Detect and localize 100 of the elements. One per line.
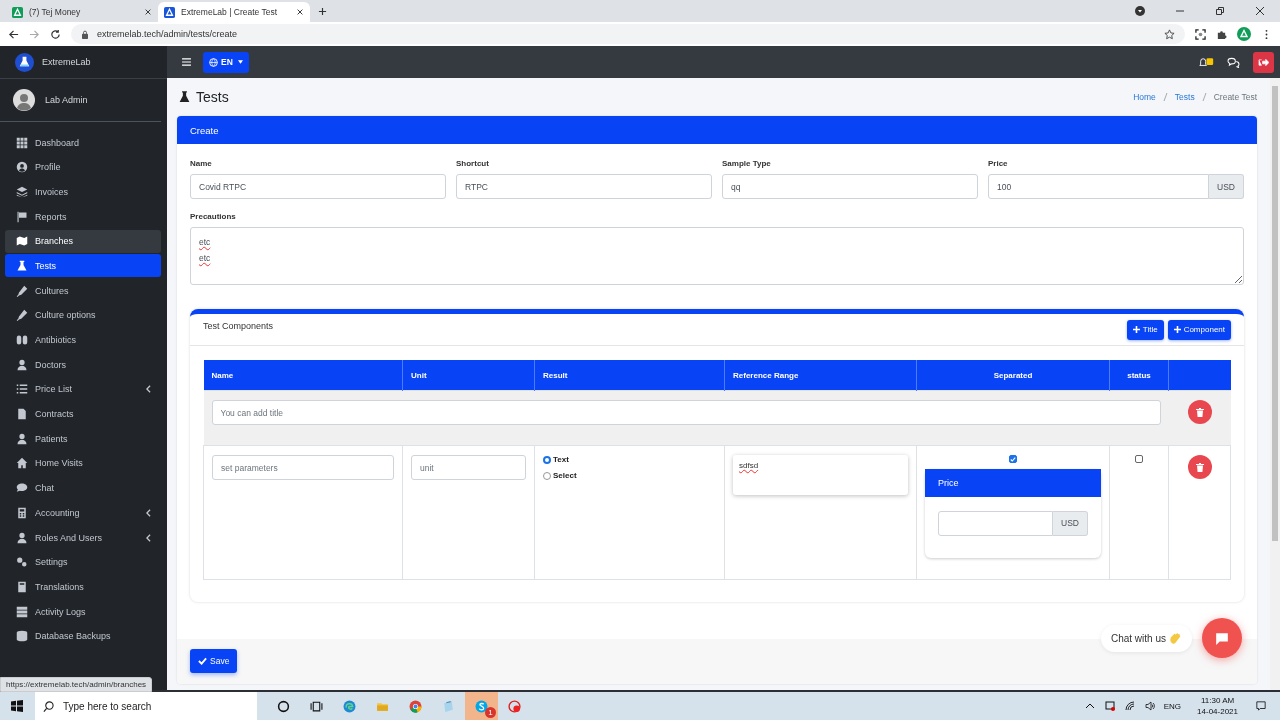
book-icon (16, 580, 28, 593)
page-title: Tests (196, 89, 229, 105)
checkbox[interactable] (1135, 455, 1143, 463)
checkbox[interactable] (1009, 455, 1017, 463)
input-language[interactable]: ENG (1163, 701, 1182, 711)
lock-icon (81, 29, 89, 39)
tab-search-icon[interactable] (1135, 6, 1145, 16)
sidebar-item[interactable]: Chat (5, 476, 161, 500)
restore-icon[interactable] (1215, 6, 1225, 16)
flask-logo-icon (15, 52, 34, 72)
input-field[interactable]: RTPC (456, 174, 712, 199)
breadcrumb: Create Test (1213, 92, 1257, 102)
browser-tab[interactable]: (7) Tej Money (6, 2, 158, 22)
close-icon[interactable] (144, 8, 152, 16)
sidebar-item[interactable]: Home Visits (5, 451, 161, 475)
card-header: Create (177, 116, 1257, 144)
clock-time[interactable]: 11:30 AM (1200, 695, 1235, 706)
star-icon[interactable] (1164, 28, 1175, 40)
clock-date[interactable]: 14-04-2021 (1197, 706, 1238, 717)
sidebar-item[interactable]: Dashboard (5, 131, 161, 154)
user-name[interactable]: Lab Admin (45, 95, 88, 105)
monitor-icon[interactable] (1104, 701, 1115, 711)
title-input[interactable]: You can add title (211, 400, 1161, 425)
chevron-up-icon[interactable] (1084, 701, 1095, 711)
plus-icon (1132, 326, 1140, 333)
sidebar-item[interactable]: Antibiotics (5, 328, 161, 352)
brand-name[interactable]: ExtremeLab (42, 57, 91, 67)
name-input[interactable]: set parameters (212, 455, 394, 480)
trash-icon (1195, 407, 1204, 417)
delete-button[interactable] (1187, 400, 1212, 424)
input-field[interactable]: Covid RTPC (190, 174, 446, 199)
sidebar-item[interactable]: Price List (5, 377, 161, 401)
close-icon[interactable] (1255, 6, 1265, 16)
profile-avatar-icon[interactable] (1237, 27, 1251, 41)
tab-favicon-icon (12, 6, 23, 18)
screenshot-icon[interactable] (1195, 28, 1206, 40)
server-icon (16, 605, 28, 618)
sidebar-item[interactable]: Branches (5, 229, 161, 253)
sidebar-item[interactable]: Doctors (5, 353, 161, 377)
radio-button[interactable] (543, 455, 551, 464)
currency-addon: USD (1209, 174, 1244, 199)
wifi-icon[interactable] (1124, 701, 1135, 711)
new-tab-plus-icon[interactable] (318, 7, 327, 16)
scrollbar[interactable] (1270, 78, 1280, 690)
language-dropdown[interactable]: EN (203, 51, 249, 73)
sidebar-item[interactable]: Contracts (5, 402, 161, 426)
puzzle-piece-icon[interactable] (1216, 28, 1227, 40)
reload-icon[interactable] (50, 28, 61, 40)
address-bar[interactable]: extremelab.tech/admin/tests/create (71, 24, 1185, 44)
back-arrow-icon[interactable] (8, 28, 19, 40)
browser-tab[interactable]: ExtremeLab | Create Test (158, 2, 310, 22)
close-icon[interactable] (296, 8, 304, 16)
sidebar-item[interactable]: Roles And Users (5, 526, 161, 549)
breadcrumb[interactable]: Tests (1174, 92, 1195, 102)
price-input[interactable] (938, 510, 1054, 536)
sidebar-item[interactable]: Accounting (5, 501, 161, 525)
textarea-field[interactable]: etc etc (190, 227, 1244, 285)
menu-icon[interactable] (182, 58, 191, 66)
currency-addon: USD (1053, 510, 1088, 536)
sidebar-item[interactable]: Patients (5, 427, 161, 451)
bell-icon[interactable] (1199, 56, 1214, 68)
caret-icon (237, 60, 243, 64)
check-icon (198, 657, 207, 665)
field-label: Shortcut (456, 159, 490, 168)
sidebar-item[interactable]: Settings (5, 550, 161, 574)
chat-bubbles-icon[interactable] (1226, 56, 1241, 68)
sidebar-item[interactable]: Profile (5, 155, 161, 179)
sidebar-item[interactable]: Translations (5, 575, 161, 599)
column-header: Unit (402, 360, 535, 391)
windows-logo-icon[interactable] (11, 700, 23, 712)
calculator-icon (16, 506, 28, 519)
taskbar-search-field[interactable]: Type here to search (35, 692, 257, 720)
input-field[interactable]: 100 (988, 174, 1210, 199)
breadcrumb[interactable]: Home (1133, 92, 1156, 102)
notification-center-icon[interactable] (1256, 701, 1266, 711)
user-avatar[interactable] (13, 89, 35, 111)
radio-label: Text (553, 455, 569, 464)
input-field[interactable]: qq (722, 174, 978, 199)
speaker-icon[interactable] (1144, 701, 1155, 711)
radio-button[interactable] (543, 471, 551, 480)
save-button[interactable]: Save (190, 649, 238, 673)
sidebar-item[interactable]: Culture options (5, 303, 161, 327)
sidebar-item[interactable]: Database Backups (5, 624, 161, 648)
flag-icon (16, 210, 28, 223)
sidebar-item[interactable]: Tests (5, 254, 161, 278)
reference-range-field[interactable]: sdfsd (733, 455, 908, 495)
column-header: Result (534, 360, 725, 391)
field-label: Price (988, 159, 1009, 168)
add-button[interactable]: Component (1167, 319, 1231, 340)
unit-input[interactable]: unit (411, 455, 526, 480)
logout-button[interactable] (1253, 51, 1274, 73)
sidebar-item[interactable]: Reports (5, 205, 161, 229)
add-button[interactable]: Title (1126, 319, 1164, 340)
delete-button[interactable] (1187, 455, 1212, 479)
sidebar-item[interactable]: Cultures (5, 279, 161, 303)
database-icon (16, 630, 28, 643)
flask-icon (16, 259, 28, 272)
sidebar-item[interactable]: Activity Logs (5, 600, 161, 624)
dropper-icon (16, 284, 28, 297)
sidebar-item[interactable]: Invoices (5, 180, 161, 204)
